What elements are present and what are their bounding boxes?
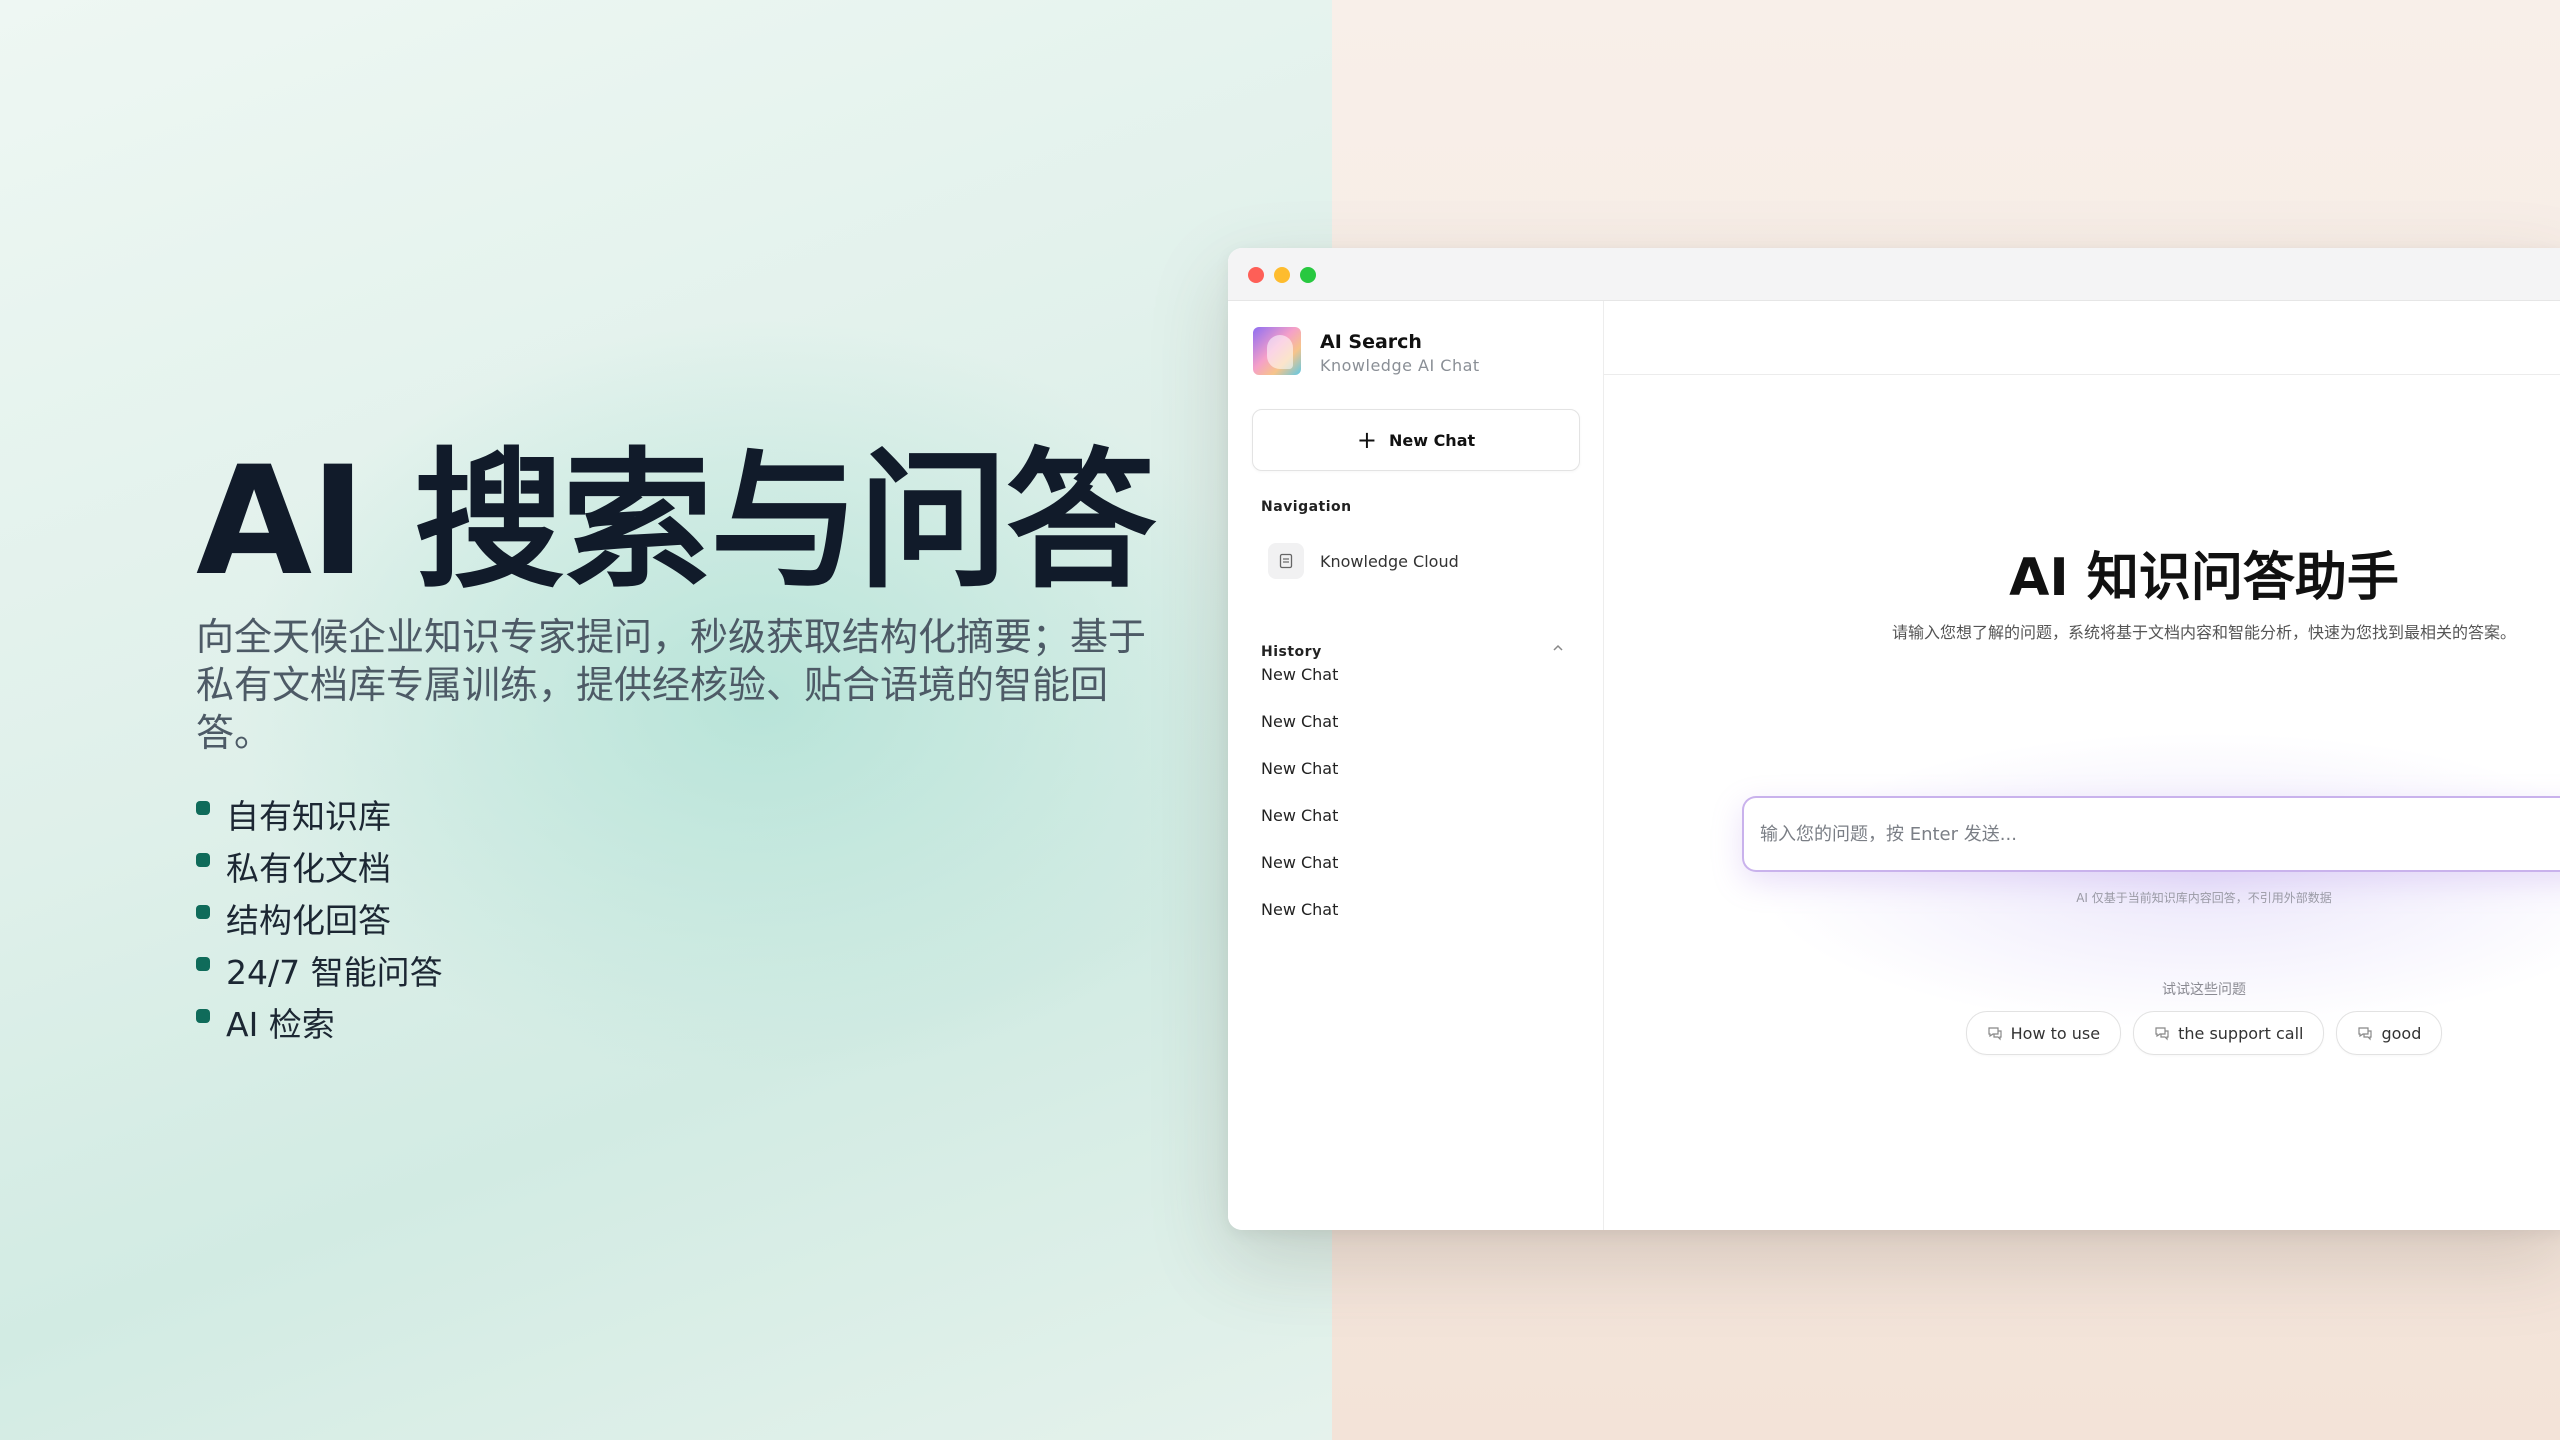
feature-item: 24/7 智能问答 bbox=[196, 947, 1196, 999]
suggestion-chip[interactable]: good bbox=[2336, 1011, 2443, 1055]
history-list: New Chat New Chat New Chat New Chat New … bbox=[1261, 651, 1338, 933]
chat-input[interactable] bbox=[1742, 796, 2560, 872]
suggestions-heading: 试试这些问题 bbox=[2162, 982, 2246, 998]
main-header bbox=[1604, 301, 2560, 375]
chevron-up-icon[interactable] bbox=[1551, 640, 1565, 659]
maximize-window-icon[interactable] bbox=[1300, 267, 1316, 283]
feature-label: 结构化回答 bbox=[226, 901, 391, 940]
app-window: AI Search Knowledge AI Chat + New Chat N… bbox=[1228, 248, 2560, 1230]
sidebar-item-label: Knowledge Cloud bbox=[1320, 551, 1459, 571]
history-item[interactable]: New Chat bbox=[1261, 745, 1338, 792]
plus-icon: + bbox=[1356, 426, 1377, 454]
history-item[interactable]: New Chat bbox=[1261, 792, 1338, 839]
bullet-icon bbox=[196, 1009, 210, 1023]
suggestion-list: How to use the support call good bbox=[1604, 1011, 2560, 1055]
page-subtitle: 请输入您想了解的问题，系统将基于文档内容和智能分析，快速为您找到最相关的答案。 bbox=[1891, 623, 2516, 642]
suggestion-label: good bbox=[2381, 1023, 2422, 1043]
hero-description: 向全天候企业知识专家提问，秒级获取结构化摘要；基于私有文档库专属训练，提供经核验… bbox=[196, 615, 1147, 755]
feature-item: 自有知识库 bbox=[196, 791, 1196, 843]
minimize-window-icon[interactable] bbox=[1274, 267, 1290, 283]
input-hint: AI 仅基于当前知识库内容回答，不引用外部数据 bbox=[2076, 891, 2332, 905]
bullet-icon bbox=[196, 853, 210, 867]
sidebar: AI Search Knowledge AI Chat + New Chat N… bbox=[1228, 301, 1604, 1230]
brand-subtitle: Knowledge AI Chat bbox=[1320, 356, 1480, 375]
feature-label: 24/7 智能问答 bbox=[226, 953, 443, 992]
sidebar-item-knowledge-cloud[interactable]: Knowledge Cloud bbox=[1268, 541, 1459, 581]
feature-label: 私有化文档 bbox=[226, 849, 391, 888]
feature-item: 结构化回答 bbox=[196, 895, 1196, 947]
document-icon bbox=[1268, 543, 1304, 579]
suggestion-label: the support call bbox=[2178, 1023, 2304, 1043]
hero-title: AI 搜索与问答 bbox=[196, 435, 1156, 609]
bullet-icon bbox=[196, 957, 210, 971]
window-titlebar bbox=[1228, 248, 2560, 301]
brand-title: AI Search bbox=[1320, 331, 1422, 353]
bullet-icon bbox=[196, 801, 210, 815]
chat-bubble-icon bbox=[1987, 1025, 2003, 1041]
history-item[interactable]: New Chat bbox=[1261, 698, 1338, 745]
history-item[interactable]: New Chat bbox=[1261, 651, 1338, 698]
feature-item: AI 检索 bbox=[196, 999, 1196, 1051]
brand-logo bbox=[1253, 327, 1301, 375]
hero-section: AI 搜索与问答 向全天候企业知识专家提问，秒级获取结构化摘要；基于私有文档库专… bbox=[196, 440, 1196, 1051]
suggestion-chip[interactable]: the support call bbox=[2133, 1011, 2325, 1055]
page-title: AI 知识问答助手 bbox=[2009, 548, 2399, 608]
feature-list: 自有知识库 私有化文档 结构化回答 24/7 智能问答 AI 检索 bbox=[196, 791, 1196, 1051]
new-chat-button[interactable]: + New Chat bbox=[1252, 409, 1580, 471]
chat-bubble-icon bbox=[2357, 1025, 2373, 1041]
history-item[interactable]: New Chat bbox=[1261, 839, 1338, 886]
history-item[interactable]: New Chat bbox=[1261, 886, 1338, 933]
feature-item: 私有化文档 bbox=[196, 843, 1196, 895]
feature-label: AI 检索 bbox=[226, 1005, 335, 1044]
bullet-icon bbox=[196, 905, 210, 919]
feature-label: 自有知识库 bbox=[226, 797, 391, 836]
close-window-icon[interactable] bbox=[1248, 267, 1264, 283]
new-chat-label: New Chat bbox=[1388, 430, 1476, 450]
chat-bubble-icon bbox=[2154, 1025, 2170, 1041]
main-panel: AI 知识问答助手 请输入您想了解的问题，系统将基于文档内容和智能分析，快速为您… bbox=[1604, 301, 2560, 1230]
suggestion-chip[interactable]: How to use bbox=[1965, 1011, 2122, 1055]
suggestion-label: How to use bbox=[2010, 1023, 2101, 1043]
navigation-heading: Navigation bbox=[1261, 499, 1352, 515]
